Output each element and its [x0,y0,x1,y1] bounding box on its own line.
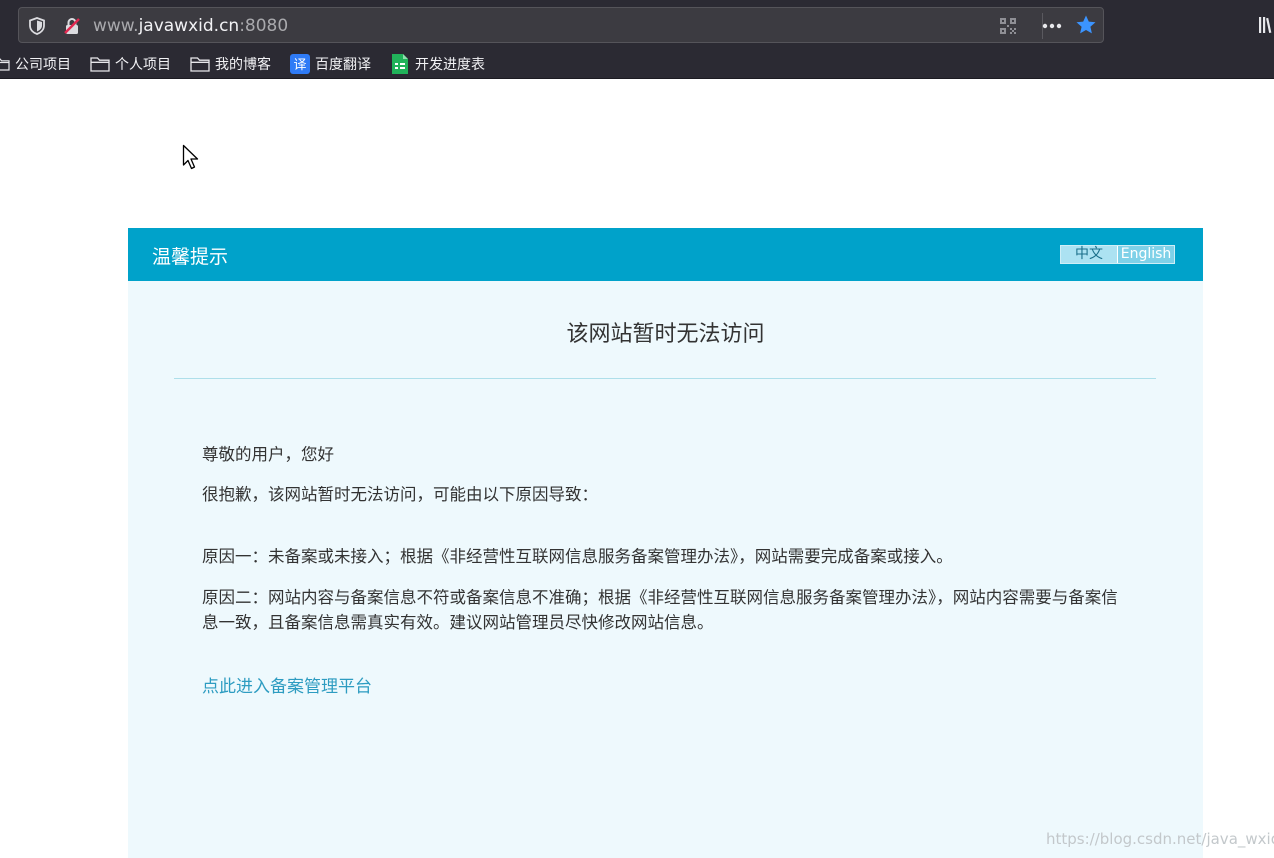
url-port: :8080 [239,16,289,36]
shield-icon[interactable] [27,16,47,36]
insecure-lock-icon[interactable] [62,16,82,36]
notice-header-title: 温馨提示 [152,246,229,268]
intro-text: 很抱歉，该网站暂时无法访问，可能由以下原因导致： [202,485,598,504]
reason-one-text: 原因一：未备案或未接入；根据《非经营性互联网信息服务备案管理办法》，网站需要完成… [202,547,953,566]
library-icon[interactable] [1258,15,1274,35]
folder-icon [0,58,10,71]
bookmarks-toolbar: 公司项目 个人项目 我的博客 译 百度翻译 开发进度表 [0,48,1274,79]
url-prefix: www. [93,16,139,36]
language-switch: 中文 English [1060,245,1175,264]
mouse-cursor-icon [182,144,199,170]
page-title: 该网站暂时无法访问 [566,322,765,347]
bookmark-label: 个人项目 [115,57,171,73]
notice-header: 温馨提示 中文 English [128,228,1203,281]
lang-chinese-button[interactable]: 中文 [1061,246,1118,263]
bookmark-label: 我的博客 [215,57,271,73]
lang-english-button[interactable]: English [1118,246,1174,263]
bookmark-star-icon[interactable] [1075,14,1097,36]
folder-icon [90,57,110,72]
bookmark-dev-schedule[interactable]: 开发进度表 [390,53,485,75]
greeting-text: 尊敬的用户，您好 [202,445,334,464]
title-divider [174,378,1156,379]
url-text[interactable]: www.javawxid.cn:8080 [93,16,288,36]
bookmark-label: 公司项目 [15,57,71,73]
notice-card: 温馨提示 中文 English 该网站暂时无法访问 尊敬的用户，您好 很抱歉，该… [128,228,1203,858]
bookmark-label: 开发进度表 [415,57,485,73]
bookmark-company-projects[interactable]: 公司项目 [0,53,71,75]
reason-two-text: 原因二：网站内容与备案信息不符或备案信息不准确；根据《非经营性互联网信息服务备案… [202,588,1118,632]
address-bar[interactable]: www.javawxid.cn:8080 [18,7,1104,43]
folder-icon [190,57,210,72]
baidu-translate-icon: 译 [290,54,310,74]
bookmark-my-blog[interactable]: 我的博客 [190,53,271,75]
filing-platform-link[interactable]: 点此进入备案管理平台 [202,672,372,697]
page-actions-icon[interactable] [1041,16,1063,36]
browser-toolbar: www.javawxid.cn:8080 [0,0,1274,48]
qr-code-icon[interactable] [998,16,1018,36]
baidu-translate-icon-glyph: 译 [293,58,306,73]
spreadsheet-icon [392,54,408,74]
url-domain: javawxid.cn [138,16,240,36]
watermark-text: https://blog.csdn.net/java_wxid [1046,830,1274,848]
bookmark-personal-projects[interactable]: 个人项目 [90,53,171,75]
bookmark-label: 百度翻译 [315,57,371,73]
bookmark-baidu-translate[interactable]: 译 百度翻译 [290,53,371,75]
